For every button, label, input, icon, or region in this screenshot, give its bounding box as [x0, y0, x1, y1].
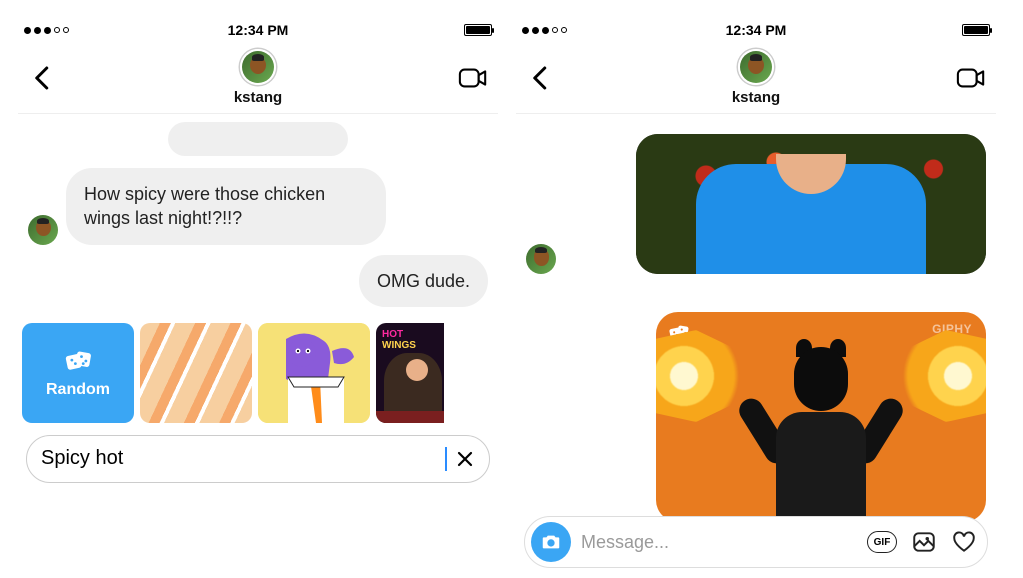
status-bar: 12:34 PM — [516, 18, 996, 42]
message-row-incoming: How spicy were those chicken wings last … — [28, 168, 488, 245]
message-composer[interactable]: Message... GIF — [524, 516, 988, 568]
message-bubble-outgoing[interactable]: OMG dude. — [359, 255, 488, 307]
sender-avatar[interactable] — [526, 244, 556, 274]
back-button[interactable] — [28, 63, 58, 93]
phone-left: 12:34 PM kstang How spicy were — [18, 18, 498, 578]
chevron-left-icon — [28, 63, 58, 93]
gif-random-label: Random — [46, 381, 110, 399]
gif-wings-line2: WINGS — [382, 340, 416, 351]
gallery-button[interactable] — [911, 529, 937, 555]
video-camera-icon — [458, 63, 488, 93]
header-username: kstang — [234, 89, 282, 106]
chat-header: kstang — [516, 42, 996, 114]
message-row-outgoing: OMG dude. — [28, 255, 488, 307]
chevron-left-icon — [526, 63, 556, 93]
status-time: 12:34 PM — [228, 22, 289, 38]
heart-icon — [951, 529, 977, 555]
text-cursor — [445, 447, 447, 471]
video-call-button[interactable] — [458, 63, 488, 93]
message-row-gif-incoming — [526, 134, 986, 274]
phone-right: 12:34 PM kstang — [516, 18, 996, 578]
gif-wings-line1: HOT — [382, 329, 403, 340]
back-button[interactable] — [526, 63, 556, 93]
composer-actions: GIF — [867, 529, 977, 555]
camera-icon — [540, 531, 562, 553]
composer-placeholder[interactable]: Message... — [581, 532, 857, 553]
video-call-button[interactable] — [956, 63, 986, 93]
gif-option-2[interactable] — [258, 323, 370, 423]
battery-icon — [962, 24, 990, 36]
status-bar: 12:34 PM — [18, 18, 498, 42]
battery-icon — [464, 24, 492, 36]
chat-header: kstang — [18, 42, 498, 114]
video-camera-icon — [956, 63, 986, 93]
chat-body: GIPHY — [516, 114, 996, 522]
like-button[interactable] — [951, 529, 977, 555]
signal-dots-icon — [24, 27, 69, 34]
gif-tray[interactable]: Random HOTWINGS — [18, 317, 498, 431]
message-bubble-cutoff — [168, 122, 348, 156]
gif-message-outgoing[interactable]: GIPHY — [656, 312, 986, 522]
status-time: 12:34 PM — [726, 22, 787, 38]
sender-avatar[interactable] — [28, 215, 58, 245]
gif-search-input[interactable] — [41, 447, 437, 470]
gif-message-incoming[interactable] — [636, 134, 986, 274]
dice-icon — [64, 347, 92, 375]
message-bubble-incoming[interactable]: How spicy were those chicken wings last … — [66, 168, 386, 245]
gif-option-random[interactable]: Random — [22, 323, 134, 423]
header-username: kstang — [732, 89, 780, 106]
chat-body: How spicy were those chicken wings last … — [18, 114, 498, 307]
header-avatar[interactable] — [240, 49, 276, 85]
header-avatar[interactable] — [738, 49, 774, 85]
gallery-icon — [911, 529, 937, 555]
signal-dots-icon — [522, 27, 567, 34]
message-row-gif-outgoing: GIPHY — [526, 284, 986, 522]
close-icon — [455, 449, 475, 469]
gif-option-3[interactable]: HOTWINGS — [376, 323, 444, 423]
gif-option-1[interactable] — [140, 323, 252, 423]
clear-search-button[interactable] — [455, 449, 475, 469]
gif-search-bar[interactable] — [26, 435, 490, 483]
gif-button[interactable]: GIF — [867, 531, 897, 553]
camera-button[interactable] — [531, 522, 571, 562]
